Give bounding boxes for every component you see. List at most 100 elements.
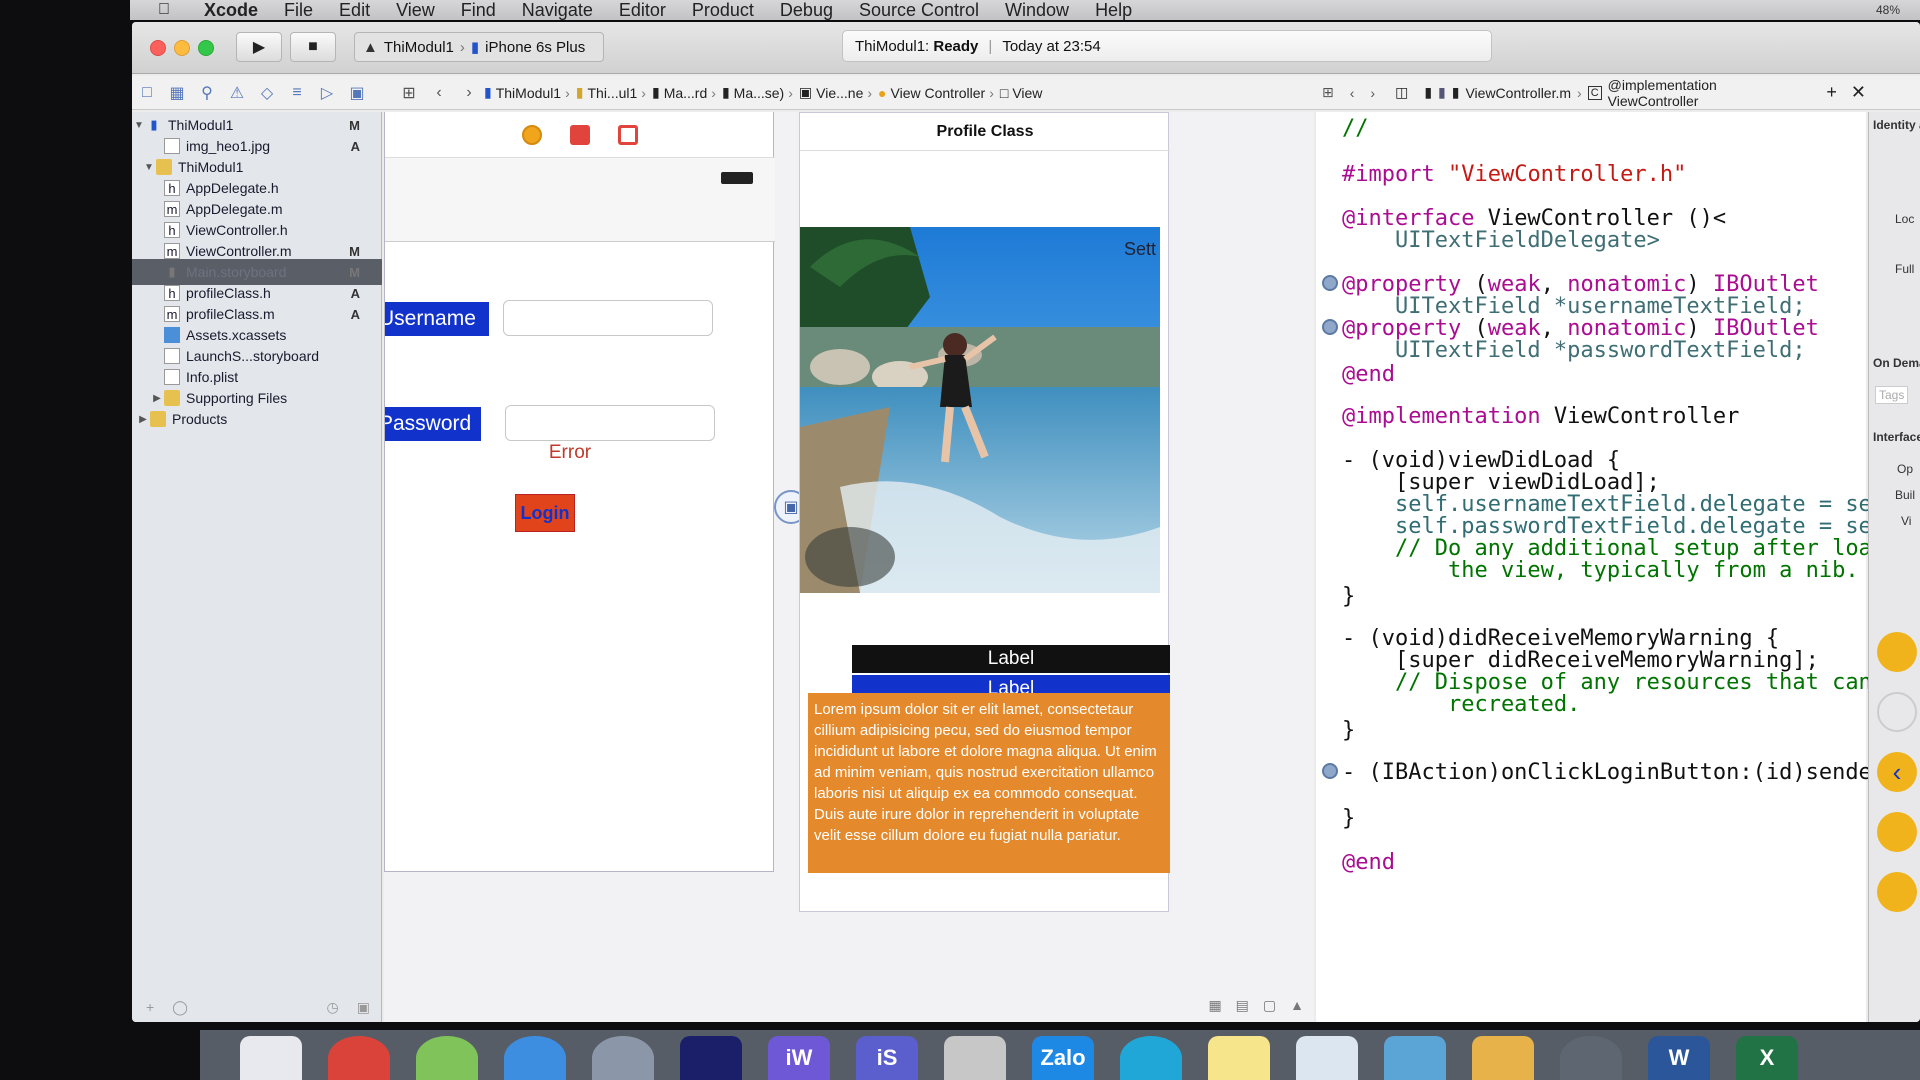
menu-product[interactable]: Product <box>692 0 754 21</box>
crumb-scene[interactable]: ▣ Vie...ne › <box>799 84 872 101</box>
report-icon[interactable]: ▣ <box>342 83 372 103</box>
breakpoint-icon[interactable]: ▷ <box>312 83 342 103</box>
login-button[interactable]: Login <box>515 494 575 532</box>
library-object-icon[interactable] <box>1877 692 1917 732</box>
resolve-icon[interactable]: ▲ <box>1290 997 1304 1014</box>
itunes-icon[interactable] <box>592 1036 654 1080</box>
crumb-project[interactable]: ▮ ThiModul1 › <box>484 84 570 101</box>
finder-icon[interactable] <box>240 1036 302 1080</box>
menu-editor[interactable]: Editor <box>619 0 666 21</box>
photos-icon[interactable] <box>416 1036 478 1080</box>
align-icon[interactable]: ▤ <box>1236 997 1249 1014</box>
lorem-text-view[interactable]: Lorem ipsum dolor sit er elit lamet, con… <box>808 693 1170 873</box>
related-items-icon[interactable]: ⊞ <box>1322 84 1334 101</box>
disclosure-open-icon[interactable]: ▼ <box>132 120 146 131</box>
menu-edit[interactable]: Edit <box>339 0 370 21</box>
username-label[interactable]: Username <box>385 302 489 336</box>
search-icon[interactable]: ⚲ <box>192 83 222 103</box>
back-chevron-icon[interactable]: ‹ <box>1877 752 1917 792</box>
safari-icon[interactable] <box>504 1036 566 1080</box>
editor-symbol-crumb[interactable]: @implementation ViewController <box>1608 77 1807 109</box>
menu-file[interactable]: File <box>284 0 313 21</box>
preview-icon[interactable] <box>1296 1036 1358 1080</box>
library-object-icon[interactable] <box>1877 812 1917 852</box>
iw-app-icon[interactable]: iW <box>768 1036 830 1080</box>
stop-button[interactable]: ■ <box>290 32 336 62</box>
forward-icon[interactable]: › <box>1370 85 1375 101</box>
menu-view[interactable]: View <box>396 0 435 21</box>
game-icon[interactable] <box>680 1036 742 1080</box>
crumb-group[interactable]: ▮ Thi...ul1 › <box>576 84 646 101</box>
view-controller-icon[interactable] <box>522 124 542 145</box>
close-editor-icon[interactable]: ✕ <box>1851 82 1866 103</box>
system-preferences-icon[interactable] <box>1560 1036 1622 1080</box>
close-window-button[interactable] <box>150 40 166 56</box>
assistant-editor-icon[interactable]: ◫ <box>1395 84 1408 101</box>
library-object-icon[interactable] <box>1877 872 1917 912</box>
crumb-storyboard-base[interactable]: ▮ Ma...se) › <box>722 84 793 101</box>
apple-menu-icon[interactable]:  <box>158 1 170 19</box>
warning-icon[interactable]: ⚠ <box>222 83 252 103</box>
menu-source-control[interactable]: Source Control <box>859 0 979 21</box>
crumb-view-controller[interactable]: ● View Controller › <box>878 85 994 101</box>
tags-field[interactable]: Tags <box>1875 386 1909 404</box>
crumb-storyboard[interactable]: ▮ Ma...rd › <box>652 84 716 101</box>
disclosure-closed-icon[interactable]: ▶ <box>136 414 150 425</box>
error-label[interactable]: Error <box>525 442 615 464</box>
zoom-window-button[interactable] <box>198 40 214 56</box>
pin-icon[interactable]: ▢ <box>1263 997 1276 1014</box>
menu-window[interactable]: Window <box>1005 0 1069 21</box>
menu-find[interactable]: Find <box>461 0 496 21</box>
editor-file-crumb[interactable]: ViewController.m <box>1465 85 1571 101</box>
messenger-icon[interactable] <box>1120 1036 1182 1080</box>
code-editor[interactable]: // #import "ViewController.h" @interface… <box>1316 112 1920 1022</box>
profile-label-1[interactable]: Label <box>852 645 1170 673</box>
first-responder-icon[interactable] <box>570 124 590 145</box>
library-object-icon[interactable] <box>1877 632 1917 672</box>
profile-image-view[interactable]: Sett <box>800 227 1160 593</box>
zalo-icon[interactable]: Zalo <box>1032 1036 1094 1080</box>
run-button[interactable]: ▶ <box>236 32 282 62</box>
menu-app-name[interactable]: Xcode <box>204 0 258 21</box>
disclosure-closed-icon[interactable]: ▶ <box>150 393 164 404</box>
login-scene[interactable]: Username Password Error Login <box>384 112 775 872</box>
profile-scene[interactable]: Profile Class Sett Label Label Lorem ips… <box>799 112 1170 912</box>
debug-navigator-icon[interactable]: ≡ <box>282 84 312 102</box>
test-navigator-icon[interactable]: ◇ <box>252 83 282 103</box>
instruments-icon[interactable] <box>1472 1036 1534 1080</box>
source-control-navigator-icon[interactable]: ▦ <box>162 83 192 103</box>
exit-icon[interactable] <box>618 124 638 145</box>
back-icon[interactable]: ‹ <box>424 84 454 102</box>
stack-icon[interactable]: ▦ <box>1208 997 1221 1014</box>
menu-help[interactable]: Help <box>1095 0 1132 21</box>
scheme-selector[interactable]: ▲ ThiModul1 › ▮ iPhone 6s Plus <box>354 32 604 62</box>
crumb-view[interactable]: □ View <box>1000 85 1043 101</box>
excel-icon[interactable]: X <box>1736 1036 1798 1080</box>
password-text-field[interactable] <box>505 405 715 441</box>
back-icon[interactable]: ‹ <box>1350 85 1355 101</box>
related-items-icon[interactable]: ⊞ <box>394 83 424 103</box>
is-app-icon[interactable]: iS <box>856 1036 918 1080</box>
menu-navigate[interactable]: Navigate <box>522 0 593 21</box>
xcode-icon[interactable] <box>1384 1036 1446 1080</box>
recent-files-icon[interactable]: ◷ <box>327 999 339 1016</box>
filter-icon[interactable]: ◯ <box>172 999 188 1016</box>
action-connection-icon[interactable] <box>1322 763 1338 779</box>
menu-debug[interactable]: Debug <box>780 0 833 21</box>
chrome-icon[interactable] <box>328 1036 390 1080</box>
minimize-window-button[interactable] <box>174 40 190 56</box>
username-text-field[interactable] <box>503 300 713 336</box>
outlet-connection-icon[interactable] <box>1322 319 1338 335</box>
word-icon[interactable]: W <box>1648 1036 1710 1080</box>
forward-icon[interactable]: › <box>454 84 484 102</box>
calendar-icon[interactable] <box>944 1036 1006 1080</box>
disclosure-open-icon[interactable]: ▼ <box>142 162 156 173</box>
scm-filter-icon[interactable]: ▣ <box>357 999 370 1016</box>
outlet-connection-icon[interactable] <box>1322 275 1338 291</box>
nav-item-products[interactable]: ▶ Products <box>132 406 382 432</box>
add-editor-icon[interactable]: + <box>1826 82 1837 103</box>
notes-icon[interactable] <box>1208 1036 1270 1080</box>
add-file-icon[interactable]: + <box>146 999 154 1015</box>
password-label[interactable]: Password <box>385 407 481 441</box>
folder-navigator-icon[interactable]: □ <box>132 84 162 102</box>
